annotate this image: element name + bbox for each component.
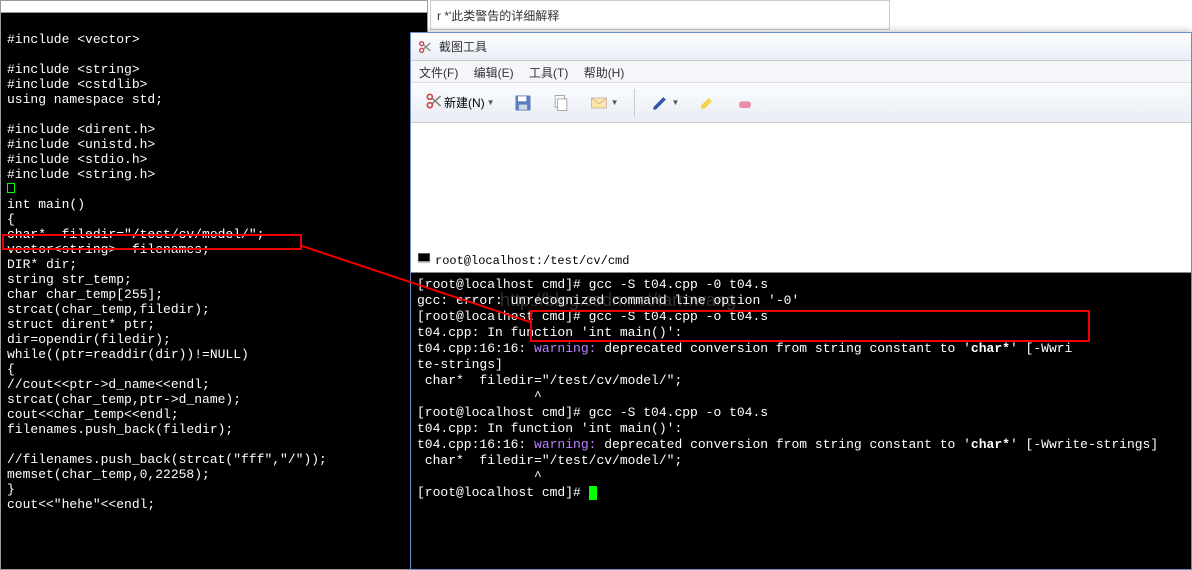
code-line: #include <stdio.h> xyxy=(7,152,147,167)
code-line: } xyxy=(7,482,15,497)
terminal-cursor xyxy=(589,486,597,500)
highlighter-icon xyxy=(697,93,717,113)
term-line: ^ xyxy=(417,389,542,404)
chevron-down-icon[interactable]: ▼ xyxy=(611,98,619,107)
code-line: dir=opendir(filedir); xyxy=(7,332,171,347)
window-title: 截图工具 xyxy=(439,38,487,55)
menu-file[interactable]: 文件(F) xyxy=(419,66,458,80)
term-line: t04.cpp:16:16: warning: deprecated conve… xyxy=(417,341,1072,356)
pen-button[interactable]: ▼ xyxy=(643,90,687,116)
term-line: t04.cpp: In function 'int main()': xyxy=(417,421,682,436)
new-snip-button[interactable]: 新建(N) ▼ xyxy=(417,88,502,117)
code-line: int main() xyxy=(7,197,85,212)
eraser-button[interactable] xyxy=(728,90,762,116)
terminal-title-text: root@localhost:/test/cv/cmd xyxy=(435,253,629,269)
code-line: #include <dirent.h> xyxy=(7,122,155,137)
floppy-icon xyxy=(513,93,533,113)
highlight-box-terminal xyxy=(530,310,1090,342)
snipping-tool-window: 截图工具 文件(F) 编辑(E) 工具(T) 帮助(H) 新建(N) ▼ ▼ ▼ xyxy=(410,32,1192,570)
term-line: [root@localhost cmd]# gcc -S t04.cpp -0 … xyxy=(417,277,768,292)
terminal-output[interactable]: [root@localhost cmd]# gcc -S t04.cpp -0 … xyxy=(411,273,1191,505)
term-line: [root@localhost cmd]# xyxy=(417,485,597,500)
hint-text: r *'此类警告的详细解释 xyxy=(437,9,559,23)
code-line: #include <cstdlib> xyxy=(7,77,147,92)
menu-bar: 文件(F) 编辑(E) 工具(T) 帮助(H) xyxy=(411,61,1191,83)
code-line: memset(char_temp,0,22258); xyxy=(7,467,210,482)
code-line: #include <unistd.h> xyxy=(7,137,155,152)
code-line: strcat(char_temp,filedir); xyxy=(7,302,210,317)
term-line: te-strings] xyxy=(417,357,503,372)
save-button[interactable] xyxy=(506,90,540,116)
code-editor-panel: #include <vector> #include <string> #inc… xyxy=(0,0,428,570)
toolbar-separator xyxy=(634,89,635,117)
term-line: ^ xyxy=(417,469,542,484)
menu-tools[interactable]: 工具(T) xyxy=(529,66,568,80)
copy-button[interactable] xyxy=(544,90,578,116)
code-line: while((ptr=readdir(dir))!=NULL) xyxy=(7,347,249,362)
editor-title xyxy=(1,1,427,13)
term-line: t04.cpp:16:16: warning: deprecated conve… xyxy=(417,437,1158,452)
code-line: using namespace std; xyxy=(7,92,163,107)
code-line: //cout<<ptr->d_name<<endl; xyxy=(7,377,210,392)
menu-edit[interactable]: 编辑(E) xyxy=(474,66,514,80)
scissors-icon xyxy=(417,39,433,55)
hint-panel: r *'此类警告的详细解释 xyxy=(430,0,890,30)
cursor-box xyxy=(7,183,15,193)
code-line: cout<<char_temp<<endl; xyxy=(7,407,179,422)
code-line: strcat(char_temp,ptr->d_name); xyxy=(7,392,241,407)
chevron-down-icon[interactable]: ▼ xyxy=(672,98,680,107)
toolbar: 新建(N) ▼ ▼ ▼ xyxy=(411,83,1191,123)
term-line: gcc: error: unrecognized command line op… xyxy=(417,293,799,308)
new-label: 新建(N) xyxy=(444,94,485,111)
terminal-icon xyxy=(417,251,431,270)
code-line: struct dirent* ptr; xyxy=(7,317,155,332)
code-line: DIR* dir; xyxy=(7,257,77,272)
window-titlebar[interactable]: 截图工具 xyxy=(411,33,1191,61)
copy-icon xyxy=(551,93,571,113)
pen-icon xyxy=(650,93,670,113)
code-line: #include <string> xyxy=(7,62,140,77)
code-line: #include <vector> xyxy=(7,32,140,47)
mail-button[interactable]: ▼ xyxy=(582,90,626,116)
chevron-down-icon[interactable]: ▼ xyxy=(487,98,495,107)
scissors-icon xyxy=(424,91,444,114)
eraser-icon xyxy=(735,93,755,113)
code-content[interactable]: #include <vector> #include <string> #inc… xyxy=(1,13,427,531)
highlight-box-left xyxy=(2,234,302,250)
terminal-panel: root@localhost:/test/cv/cmd [root@localh… xyxy=(411,249,1191,569)
code-line: string str_temp; xyxy=(7,272,132,287)
code-line: //filenames.push_back(strcat("fff","/"))… xyxy=(7,452,327,467)
term-line: [root@localhost cmd]# gcc -S t04.cpp -o … xyxy=(417,405,768,420)
term-line: char* filedir="/test/cv/model/"; xyxy=(417,373,682,388)
code-line: { xyxy=(7,362,15,377)
mail-icon xyxy=(589,93,609,113)
code-line: #include <string.h> xyxy=(7,167,155,182)
terminal-titlebar[interactable]: root@localhost:/test/cv/cmd xyxy=(411,249,1191,273)
code-line: cout<<"hehe"<<endl; xyxy=(7,497,155,512)
menu-help[interactable]: 帮助(H) xyxy=(584,66,625,80)
term-line: char* filedir="/test/cv/model/"; xyxy=(417,453,682,468)
code-line: filenames.push_back(filedir); xyxy=(7,422,233,437)
code-line: char char_temp[255]; xyxy=(7,287,163,302)
highlighter-button[interactable] xyxy=(690,90,724,116)
code-line: { xyxy=(7,212,15,227)
